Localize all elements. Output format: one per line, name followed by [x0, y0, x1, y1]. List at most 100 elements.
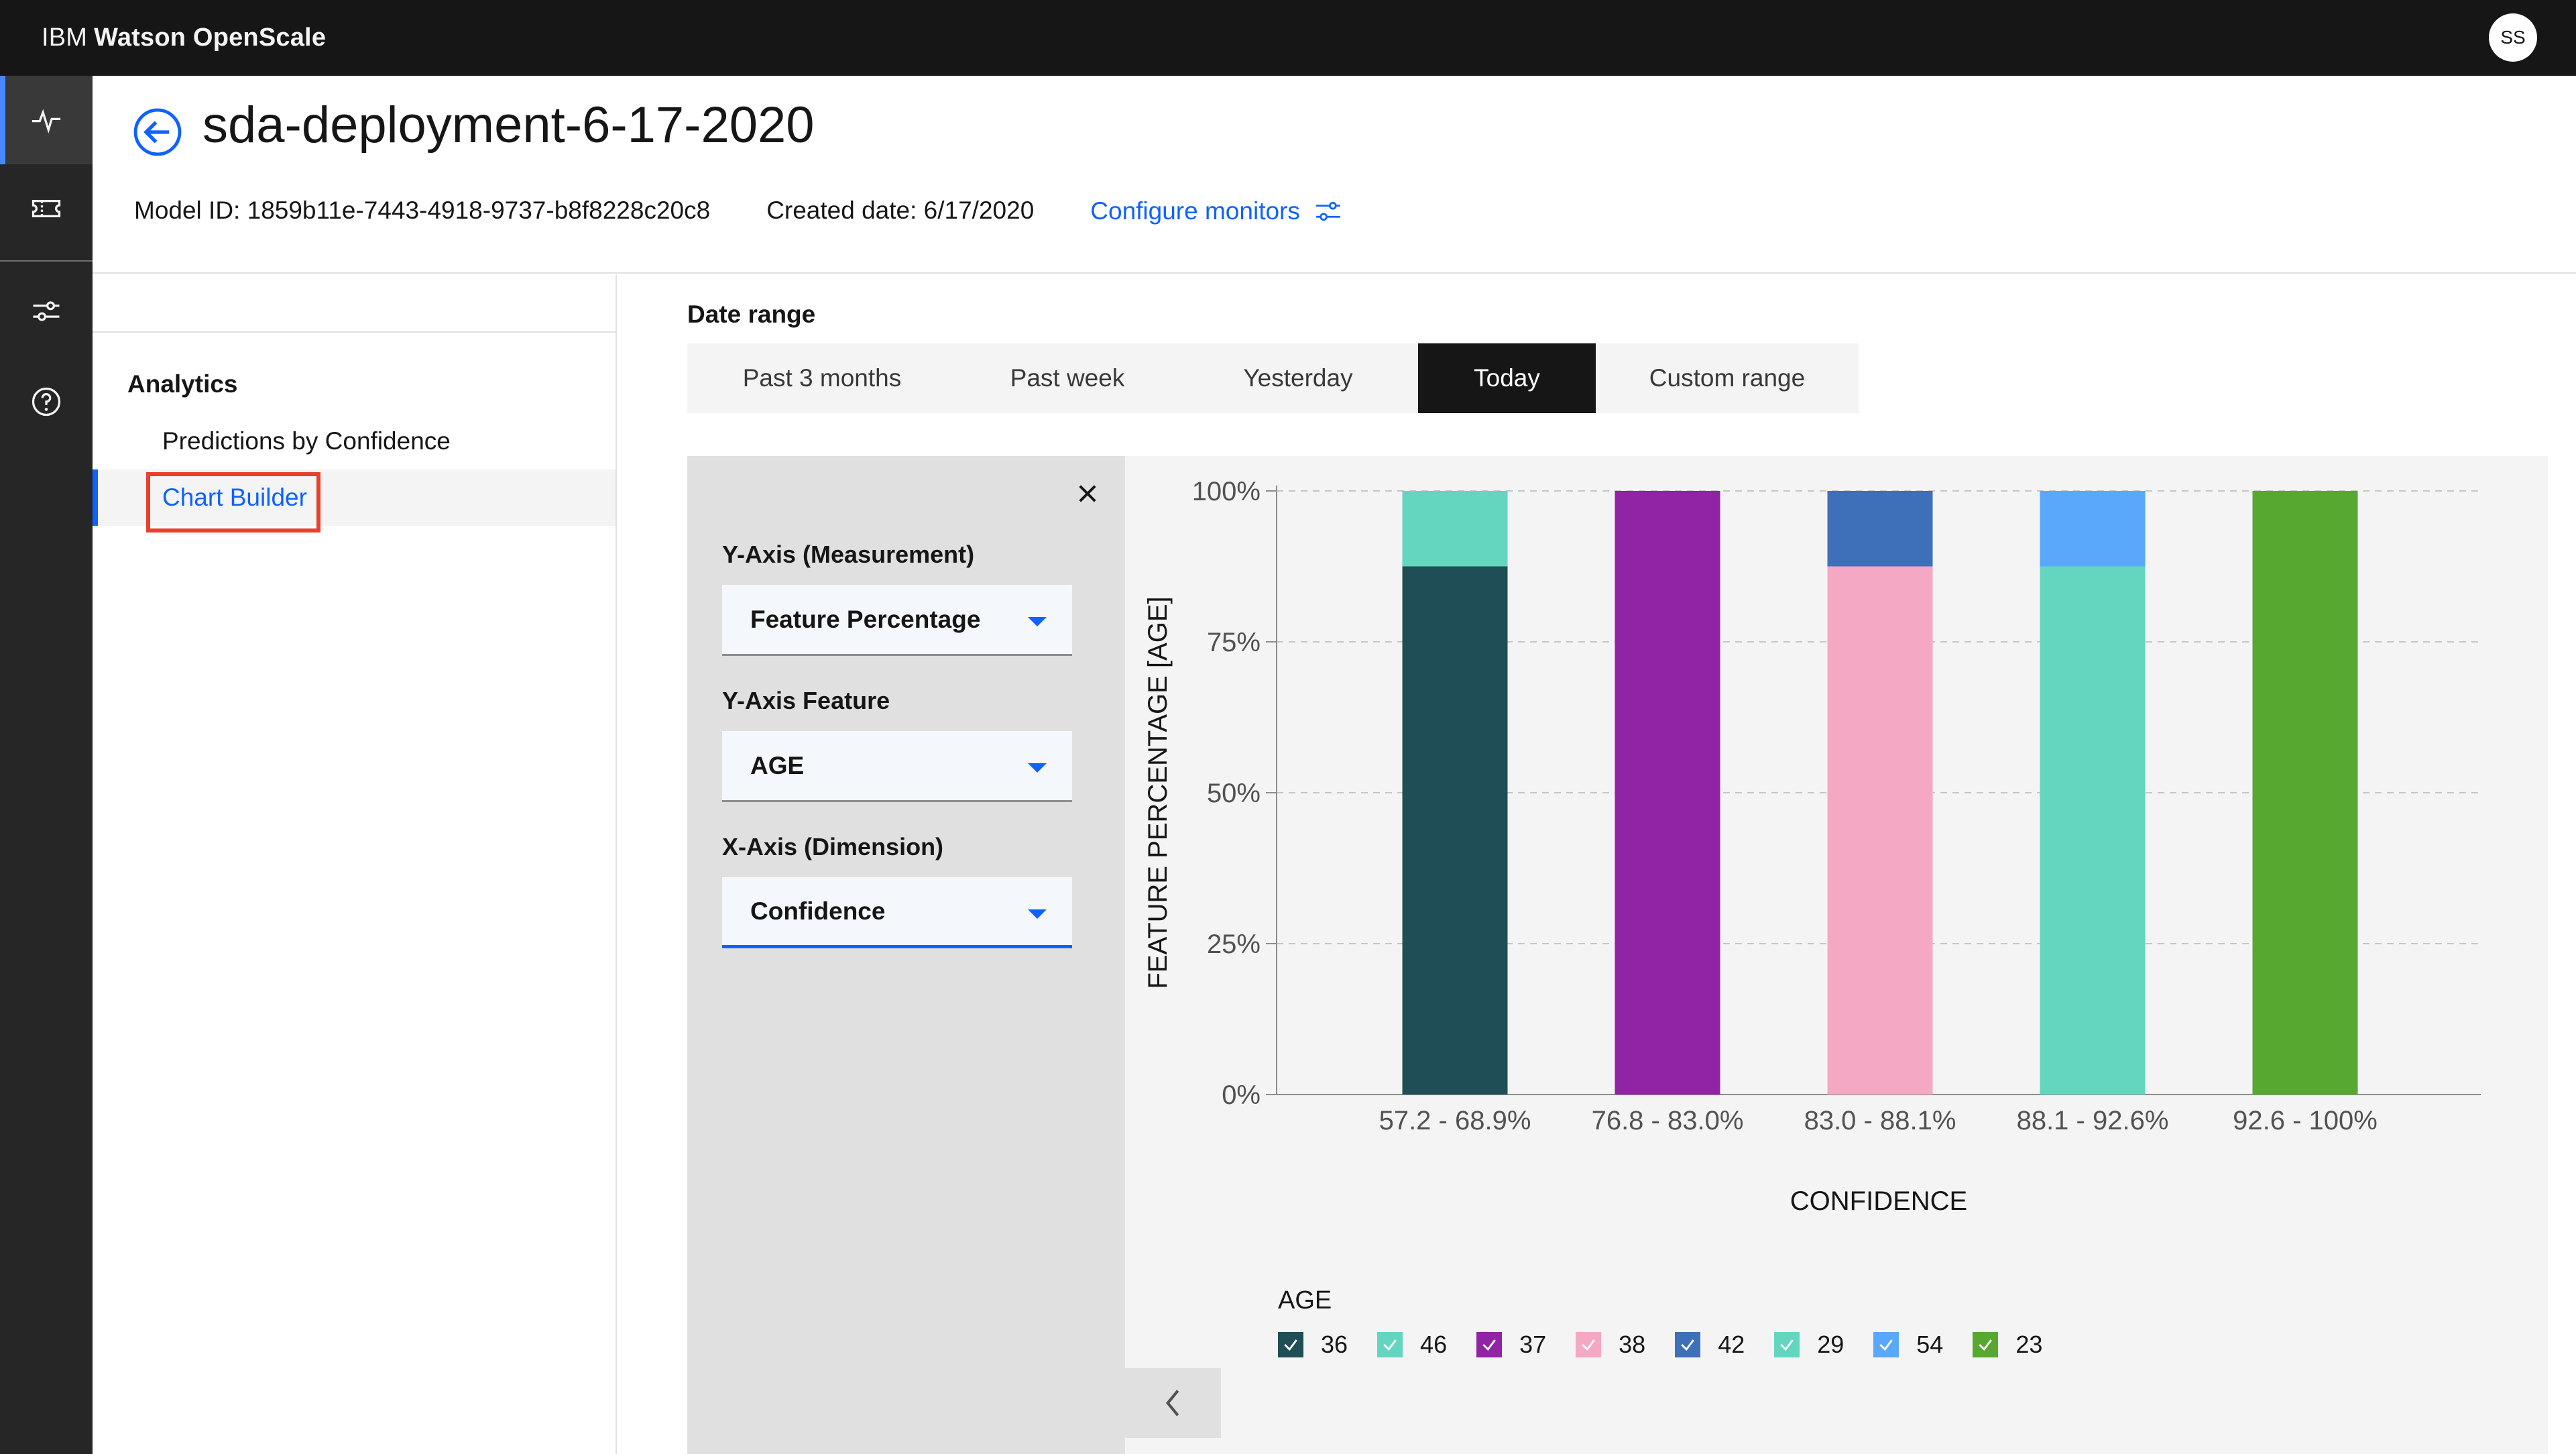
ticket-icon [32, 200, 61, 217]
legend-label: 36 [1321, 1331, 1348, 1358]
user-avatar[interactable]: SS [2489, 13, 2537, 62]
created-date: Created date: 6/17/2020 [766, 197, 1035, 224]
y-feature-label: Y-Axis Feature [722, 687, 890, 714]
bar-segment-37 [1615, 491, 1720, 1095]
legend-item-29[interactable]: 29 [1774, 1331, 1844, 1359]
page-header: sda-deployment-6-17-2020 Model ID: 1859b… [93, 76, 2576, 274]
legend-item-42[interactable]: 42 [1675, 1331, 1745, 1359]
stacked-bar-chart: 0% 25% 50% 75% 100% 57.2 - 68.9% 76.8 - 83.0% 8… [1143, 477, 2481, 1216]
nav-heading: Analytics [127, 370, 238, 398]
sliders-icon [1316, 201, 1340, 221]
x-dimension-select[interactable]: Confidence [722, 877, 1072, 948]
model-meta-row: Model ID: 1859b11e-7443-4918-9737-b8f822… [134, 197, 1343, 226]
x-tick-label: 88.1 - 92.6% [2017, 1106, 2169, 1135]
x-tick-label: 83.0 - 88.1% [1804, 1106, 1956, 1135]
tab-yesterday[interactable]: Yesterday [1178, 343, 1418, 413]
select-value: Confidence [750, 897, 886, 925]
x-tick-label: 57.2 - 68.9% [1379, 1106, 1531, 1135]
configure-monitors-label: Configure monitors [1090, 197, 1300, 225]
legend-item-36[interactable]: 36 [1278, 1331, 1348, 1359]
tab-past-week[interactable]: Past week [957, 343, 1178, 413]
nav-item-predictions-by-confidence[interactable]: Predictions by Confidence [93, 413, 616, 469]
checkbox-checked-icon [1377, 1332, 1403, 1357]
rail-settings-button[interactable] [0, 267, 93, 355]
y-tick-label: 50% [1207, 779, 1261, 808]
x-dimension-label: X-Axis (Dimension) [722, 833, 944, 860]
legend-item-37[interactable]: 37 [1476, 1331, 1546, 1359]
x-tick-label: 92.6 - 100% [2233, 1106, 2378, 1135]
bar-segment-29 [2040, 566, 2146, 1095]
y-tick-label: 100% [1192, 477, 1261, 506]
y-tick-label: 25% [1207, 930, 1261, 959]
close-panel-button[interactable] [1075, 482, 1100, 506]
legend-label: 29 [1817, 1331, 1845, 1358]
bar-segment-36 [1402, 566, 1508, 1095]
bar-segment-23 [2252, 491, 2358, 1095]
tab-label: Custom range [1649, 364, 1806, 392]
checkbox-checked-icon [1873, 1332, 1899, 1357]
date-range-tabs: Past 3 months Past week Yesterday Today … [687, 343, 1859, 413]
checkbox-checked-icon [1476, 1332, 1503, 1357]
caret-down-icon [1028, 617, 1047, 626]
caret-down-icon [1028, 763, 1047, 773]
legend-label: 54 [1916, 1331, 1944, 1358]
rail-monitor-button[interactable] [0, 76, 93, 164]
x-axis-title: CONFIDENCE [1790, 1186, 1967, 1216]
checkbox-checked-icon [1675, 1332, 1701, 1357]
tab-custom-range[interactable]: Custom range [1596, 343, 1859, 413]
page-title: sda-deployment-6-17-2020 [202, 97, 815, 154]
configure-monitors-link[interactable]: Configure monitors [1090, 197, 1343, 226]
sliders-icon [33, 301, 60, 321]
y-tick-label: 75% [1207, 628, 1261, 657]
top-bar: IBM Watson OpenScale SS [0, 0, 2576, 76]
chevron-left-icon [1165, 1390, 1179, 1416]
chart-builder-panel: Y-Axis (Measurement) Feature Percentage … [687, 456, 1125, 1454]
legend-label: 38 [1619, 1331, 1646, 1358]
rail-help-button[interactable] [0, 357, 93, 446]
legend-item-38[interactable]: 38 [1576, 1331, 1645, 1359]
avatar-initials: SS [2500, 27, 2526, 48]
help-icon [32, 387, 61, 416]
caret-down-icon [1028, 909, 1047, 919]
arrow-left-icon [133, 108, 182, 156]
legend-item-46[interactable]: 46 [1377, 1331, 1447, 1359]
rail-ticket-button[interactable] [0, 164, 93, 253]
close-icon [1079, 485, 1096, 502]
y-tick-label: 0% [1222, 1080, 1261, 1110]
nav-divider [93, 331, 616, 333]
bar-segment-46 [1402, 491, 1508, 567]
x-tick-label: 76.8 - 83.0% [1592, 1106, 1744, 1135]
tab-today[interactable]: Today [1418, 343, 1596, 413]
tab-label: Past week [1010, 364, 1125, 392]
checkbox-checked-icon [1278, 1332, 1303, 1357]
tab-label: Today [1474, 364, 1540, 392]
y-axis-title: FEATURE PERCENTAGE [AGE] [1143, 596, 1173, 989]
left-rail [0, 76, 93, 1454]
bar-segment-54 [2040, 491, 2146, 567]
model-id: Model ID: 1859b11e-7443-4918-9737-b8f822… [134, 197, 711, 224]
date-range-label: Date range [687, 300, 816, 328]
back-button[interactable] [131, 106, 184, 158]
legend-label: 37 [1519, 1331, 1547, 1358]
tab-label: Past 3 months [742, 364, 902, 392]
collapse-panel-button[interactable] [1125, 1368, 1221, 1438]
tab-label: Yesterday [1243, 364, 1353, 392]
chart-legend: 36 46 37 38 42 29 54 23 [1278, 1331, 2072, 1359]
checkbox-checked-icon [1576, 1332, 1602, 1357]
y-feature-select[interactable]: AGE [722, 731, 1072, 802]
app-brand[interactable]: IBM Watson OpenScale [42, 0, 326, 76]
bar-segment-38 [1827, 566, 1933, 1095]
tab-past-3-months[interactable]: Past 3 months [687, 343, 957, 413]
brand-name: Watson OpenScale [94, 23, 327, 52]
select-value: AGE [750, 751, 805, 779]
legend-item-54[interactable]: 54 [1873, 1331, 1943, 1359]
bar-segment-42 [1827, 491, 1933, 567]
legend-item-23[interactable]: 23 [1973, 1331, 2042, 1359]
checkbox-checked-icon [1973, 1332, 1999, 1357]
legend-label: 42 [1718, 1331, 1745, 1358]
brand-prefix: IBM [42, 23, 88, 52]
checkbox-checked-icon [1774, 1332, 1800, 1357]
analytics-nav: Analytics Predictions by Confidence Char… [93, 275, 617, 1454]
y-measurement-select[interactable]: Feature Percentage [722, 585, 1072, 656]
rail-separator [0, 260, 93, 262]
